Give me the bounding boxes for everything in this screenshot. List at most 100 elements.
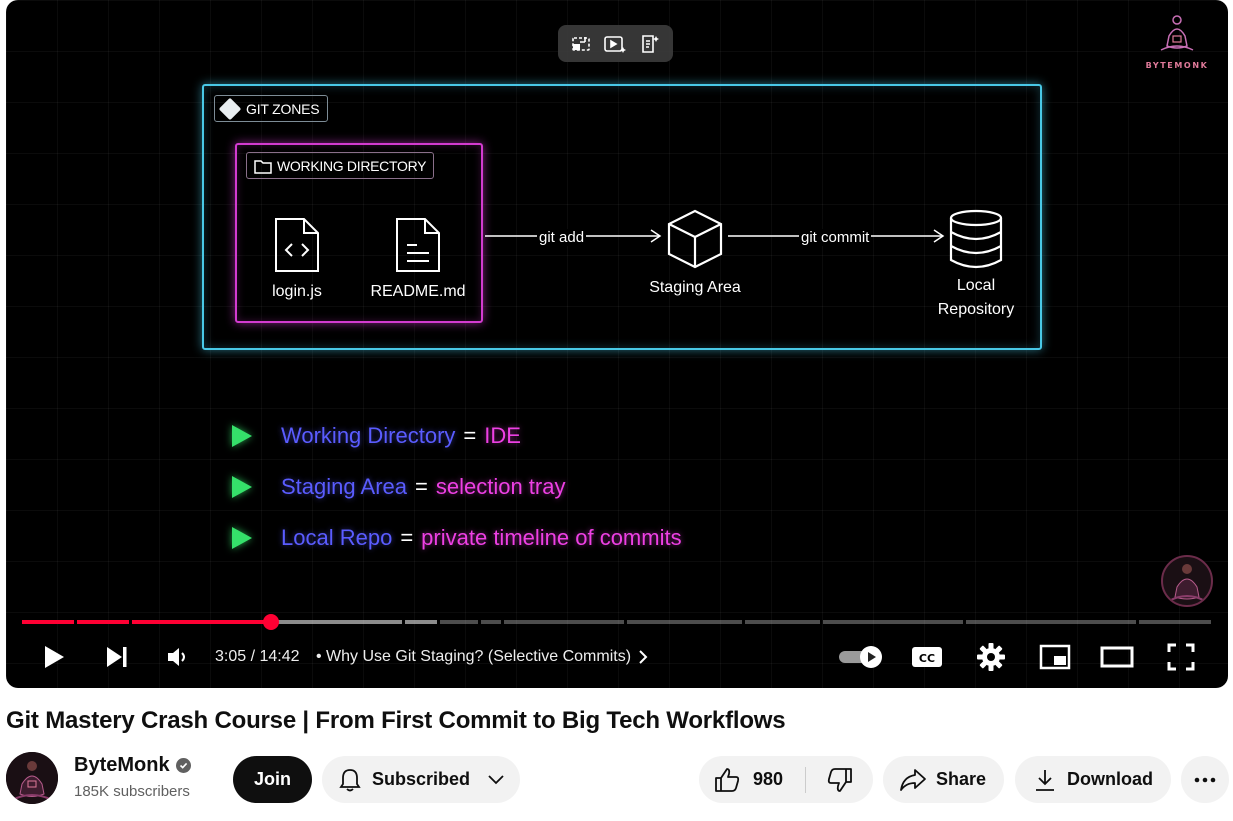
database-icon: [949, 209, 1003, 269]
gear-icon: [977, 643, 1005, 671]
chevron-down-icon: [488, 774, 504, 784]
like-button[interactable]: 980: [699, 756, 805, 803]
progress-bar[interactable]: [22, 620, 1212, 624]
video-title: Git Mastery Crash Course | From First Co…: [6, 707, 786, 734]
definition-term: Working Directory: [281, 422, 456, 448]
like-count: 980: [753, 769, 784, 789]
code-file-icon: [275, 218, 319, 272]
fullscreen-icon: [1167, 643, 1195, 671]
local-repository-label-1: Local: [956, 277, 996, 294]
next-icon: [107, 647, 127, 667]
subtitles-button[interactable]: CC: [909, 640, 945, 674]
play-button[interactable]: [36, 640, 70, 674]
progress-scrubber[interactable]: [263, 614, 279, 630]
volume-icon: [168, 648, 185, 666]
definition-item: Working Directory = IDE: [232, 410, 682, 461]
play-bullet-icon: [232, 424, 252, 447]
definition-item: Local Repo = private timeline of commits: [232, 512, 682, 563]
file-name: login.js: [272, 283, 322, 300]
next-button[interactable]: [100, 640, 134, 674]
brand-text: BYTEMONK: [1145, 61, 1209, 70]
document-file-icon: [396, 218, 440, 272]
fullscreen-button[interactable]: [1163, 640, 1199, 674]
theater-icon: [1100, 646, 1134, 668]
closed-captions-icon: CC: [912, 647, 942, 667]
time-display: 3:05 / 14:42: [215, 648, 300, 665]
definition-equals: =: [400, 524, 414, 550]
share-icon: [900, 768, 926, 791]
thumbs-up-icon: [715, 767, 740, 792]
miniplayer-icon: [1039, 644, 1071, 670]
channel-name-text: ByteMonk: [74, 754, 170, 776]
miniplayer-button[interactable]: [1037, 640, 1073, 674]
chapter-title[interactable]: • Why Use Git Staging? (Selective Commit…: [316, 648, 649, 666]
subscriber-count: 185K subscribers: [74, 783, 190, 800]
share-label: Share: [936, 769, 987, 789]
definition-value: private timeline of commits: [421, 524, 682, 550]
channel-name[interactable]: ByteMonk: [74, 754, 191, 777]
file-name: README.md: [370, 283, 466, 300]
chapter-segment: [22, 620, 74, 624]
play-bullet-icon: [232, 526, 252, 549]
mute-button[interactable]: [161, 640, 195, 674]
chapter-segment: [440, 620, 478, 624]
folder-icon: [254, 159, 272, 174]
chapter-segment: [405, 620, 437, 624]
share-button[interactable]: Share: [883, 756, 1004, 803]
local-repository-node: Local Repository: [916, 208, 1036, 322]
download-icon: [1036, 769, 1054, 791]
verified-badge-icon: [175, 758, 191, 773]
play-icon: [45, 646, 64, 668]
file-readme-md: README.md: [363, 215, 473, 301]
git-add-label: git add: [537, 229, 587, 246]
chapter-segment: [1139, 620, 1211, 624]
exit-miniplayer-icon[interactable]: [568, 31, 594, 57]
video-player[interactable]: BYTEMONK GIT ZONES WORKING DIRECTORY log…: [6, 0, 1228, 688]
chapter-segment: [627, 620, 742, 624]
ai-notes-icon[interactable]: [637, 31, 663, 57]
local-repository-label-2: Repository: [937, 301, 1015, 318]
chapter-segment: [77, 620, 129, 624]
cube-icon: [667, 209, 723, 269]
chapter-segment: [504, 620, 624, 624]
channel-avatar[interactable]: [6, 752, 58, 804]
git-logo-icon: [218, 97, 242, 120]
chapter-segment: [823, 620, 963, 624]
settings-button[interactable]: [973, 640, 1009, 674]
play-bullet-icon: [232, 475, 252, 498]
player-controls: 3:05 / 14:42 • Why Use Git Staging? (Sel…: [6, 632, 1228, 682]
chevron-right-icon: [639, 650, 648, 664]
staging-area-node: Staging Area: [634, 208, 756, 300]
channel-logo-overlay[interactable]: [1161, 555, 1213, 607]
theater-mode-button[interactable]: [1099, 640, 1135, 674]
svg-text:CC: CC: [919, 652, 935, 665]
git-zones-box: GIT ZONES WORKING DIRECTORY login.js REA…: [202, 84, 1042, 350]
definition-value: IDE: [484, 422, 521, 448]
working-directory-tag: WORKING DIRECTORY: [246, 152, 435, 179]
more-actions-button[interactable]: [1181, 756, 1229, 803]
definition-equals: =: [463, 422, 477, 448]
download-button[interactable]: Download: [1015, 756, 1171, 803]
chapter-segment: [966, 620, 1136, 624]
bell-icon: [339, 768, 361, 791]
working-directory-label: WORKING DIRECTORY: [277, 157, 427, 174]
definition-term: Local Repo: [281, 524, 393, 550]
monk-logo-icon: [1160, 15, 1194, 51]
autoplay-icon: [839, 646, 882, 668]
git-zones-tag: GIT ZONES: [214, 95, 329, 122]
git-zones-label: GIT ZONES: [246, 100, 320, 117]
join-button[interactable]: Join: [233, 756, 312, 803]
channel-watermark: BYTEMONK: [1142, 12, 1212, 70]
like-dislike-group: 980: [699, 756, 873, 803]
ai-video-icon[interactable]: [602, 31, 628, 57]
definition-list: Working Directory = IDE Staging Area = s…: [232, 410, 682, 563]
chapter-title-text: • Why Use Git Staging? (Selective Commit…: [316, 648, 632, 665]
overlay-toolbar: [558, 25, 673, 62]
subscribed-button[interactable]: Subscribed: [322, 756, 520, 803]
git-commit-label: git commit: [799, 229, 872, 246]
staging-area-label: Staging Area: [649, 279, 741, 296]
download-label: Download: [1067, 769, 1153, 789]
autoplay-toggle[interactable]: [836, 640, 886, 674]
chapter-segment: [745, 620, 820, 624]
dislike-button[interactable]: [806, 756, 873, 803]
